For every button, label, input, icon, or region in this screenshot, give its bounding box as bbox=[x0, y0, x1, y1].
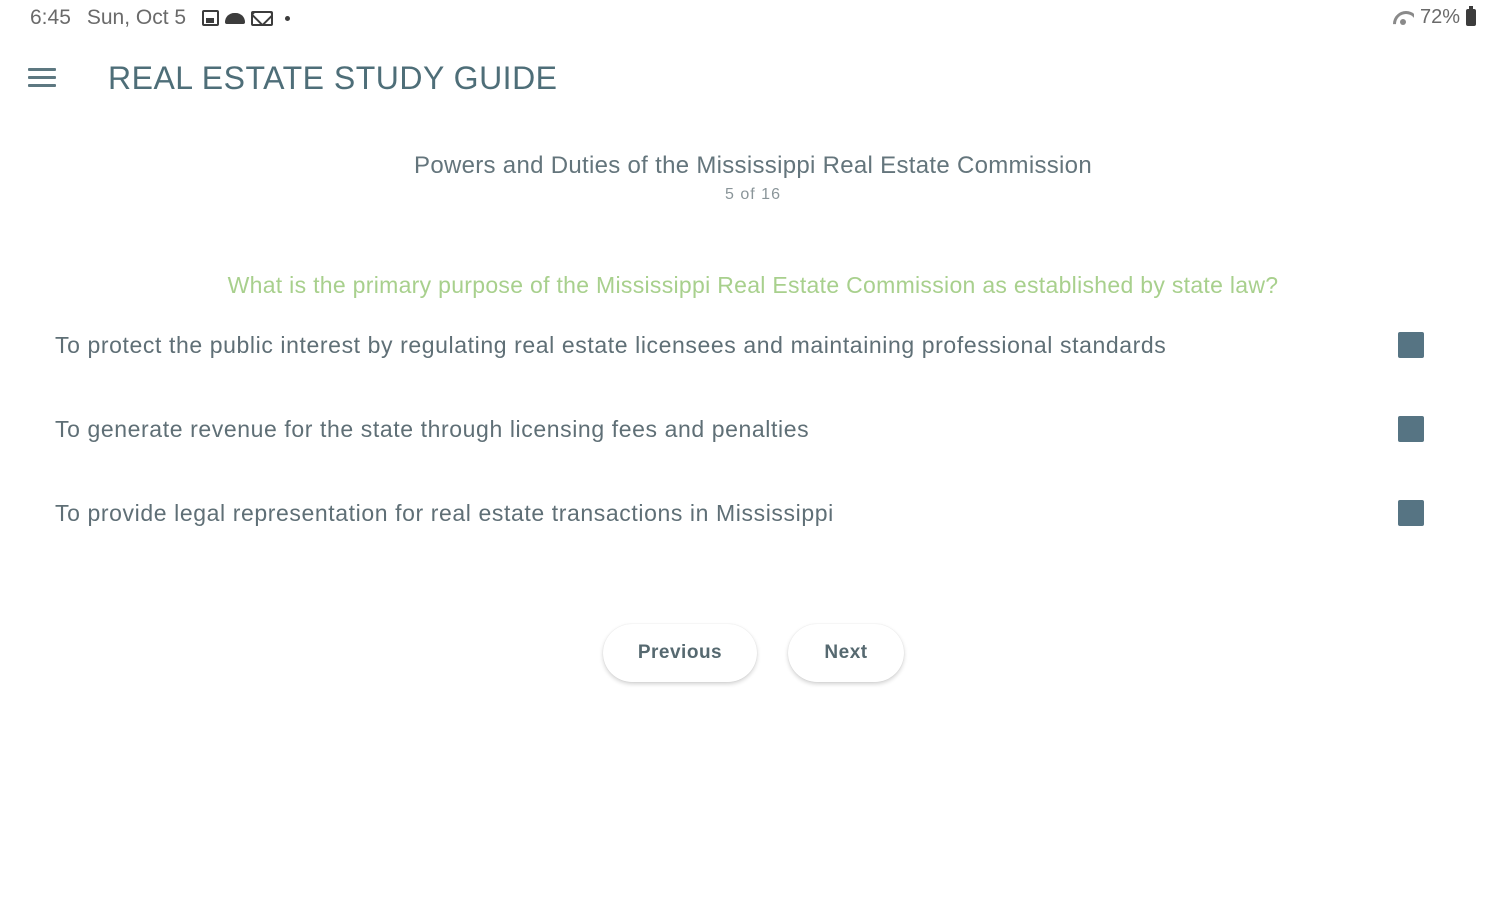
photo-icon bbox=[202, 10, 220, 26]
menu-icon-line bbox=[28, 84, 56, 87]
notification-icons bbox=[202, 10, 291, 26]
section-title: Powers and Duties of the Mississippi Rea… bbox=[414, 152, 1092, 179]
mail-icon bbox=[251, 10, 274, 26]
answer-checkbox[interactable] bbox=[1398, 332, 1424, 358]
status-time: 6:45 bbox=[30, 6, 71, 29]
answer-checkbox[interactable] bbox=[1398, 500, 1424, 526]
answer-option-text: To protect the public interest by regula… bbox=[55, 332, 1167, 358]
battery-percent: 72% bbox=[1419, 6, 1460, 28]
battery-icon bbox=[1466, 6, 1476, 26]
app-bar: REAL ESTATE STUDY GUIDE bbox=[0, 48, 1506, 108]
status-date: Sun, Oct 5 bbox=[86, 6, 187, 29]
app-title: REAL ESTATE STUDY GUIDE bbox=[108, 60, 558, 96]
question-text: What is the primary purpose of the Missi… bbox=[227, 272, 1279, 298]
previous-button[interactable]: Previous bbox=[603, 624, 757, 682]
status-right: 72% bbox=[1392, 6, 1476, 29]
answer-option[interactable]: To provide legal representation for real… bbox=[0, 486, 1506, 540]
answer-checkbox[interactable] bbox=[1398, 416, 1424, 442]
study-guide-screen: 6:45 Sun, Oct 5 72% REAL ESTATE STUDY GU… bbox=[0, 0, 1506, 900]
answer-option[interactable]: To protect the public interest by regula… bbox=[0, 318, 1506, 372]
next-button[interactable]: Next bbox=[788, 624, 904, 682]
cloud-icon bbox=[225, 12, 246, 24]
menu-icon-line bbox=[28, 68, 56, 71]
answer-option[interactable]: To generate revenue for the state throug… bbox=[0, 402, 1506, 456]
status-left: 6:45 Sun, Oct 5 bbox=[30, 6, 291, 30]
answer-option-text: To generate revenue for the state throug… bbox=[55, 416, 810, 442]
menu-icon-line bbox=[28, 76, 56, 79]
wifi-icon bbox=[1392, 9, 1414, 27]
menu-icon[interactable] bbox=[28, 68, 56, 88]
status-bar: 6:45 Sun, Oct 5 72% bbox=[0, 0, 1506, 36]
more-notifications-dot-icon bbox=[285, 15, 291, 21]
answer-option-text: To provide legal representation for real… bbox=[55, 500, 834, 526]
section-progress: 5 of 16 bbox=[725, 186, 781, 203]
